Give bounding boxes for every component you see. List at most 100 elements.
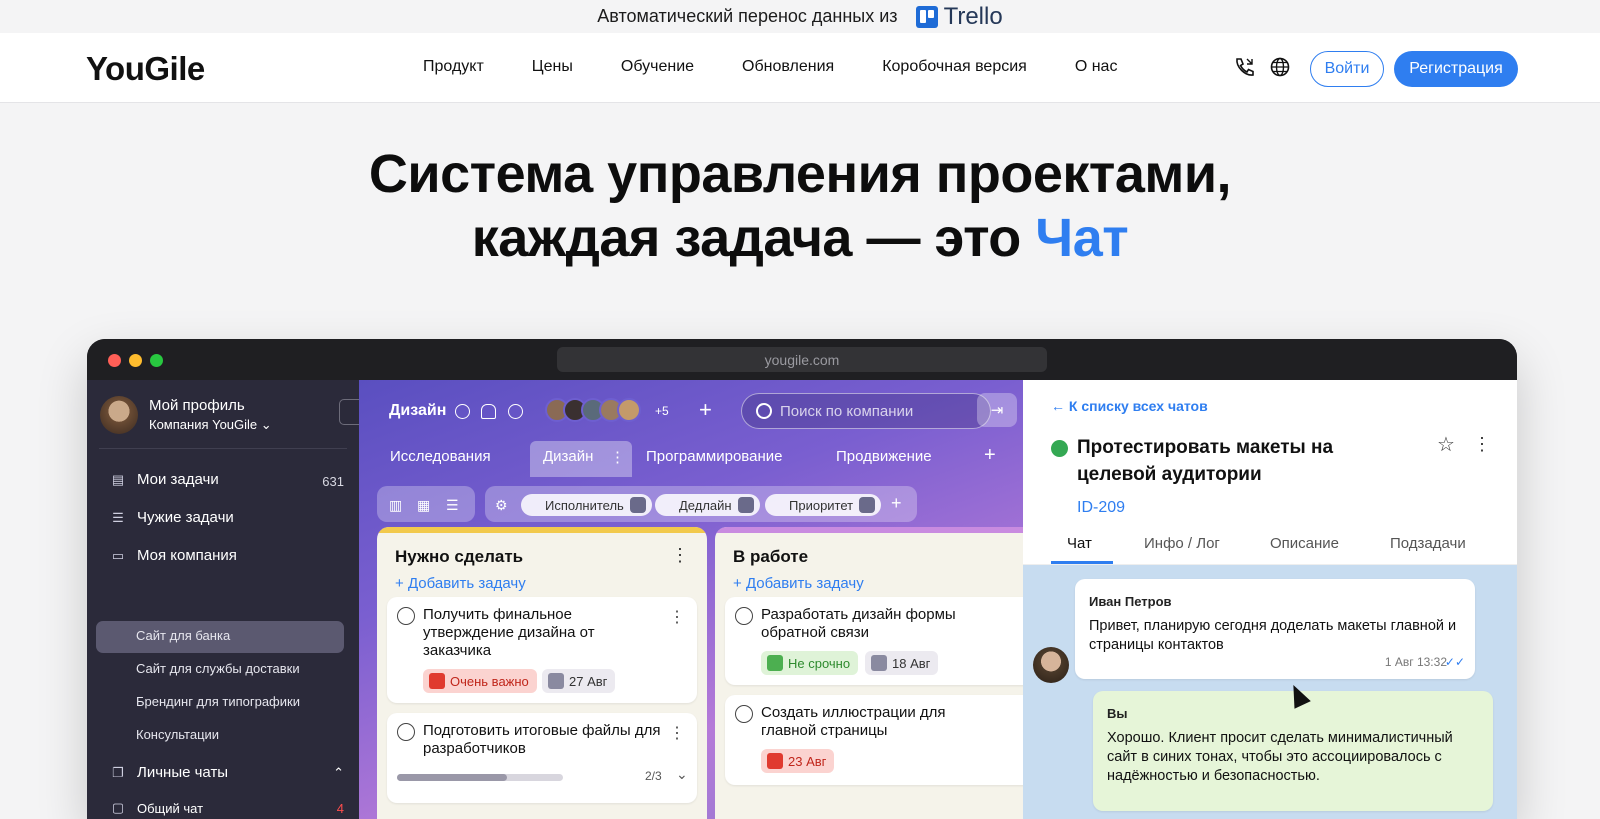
- task-card[interactable]: Создать иллюстрации для главной страницы…: [725, 695, 1035, 785]
- task-check-icon[interactable]: [397, 607, 415, 625]
- window-titlebar: yougile.com: [87, 339, 1517, 380]
- filter-label: Исполнитель: [545, 497, 624, 513]
- tag-label: 18 Авг: [892, 655, 931, 671]
- banner-text: Автоматический перенос данных из: [597, 6, 898, 26]
- bell-icon[interactable]: [481, 404, 496, 419]
- login-button[interactable]: Войти: [1310, 51, 1384, 87]
- tab-info-log[interactable]: Инфо / Лог: [1144, 535, 1220, 552]
- member-avatars[interactable]: [545, 398, 641, 422]
- tab-programming[interactable]: Программирование: [646, 448, 782, 465]
- column-menu-icon[interactable]: ⋮: [671, 545, 689, 566]
- nav-boxed[interactable]: Коробочная версия: [882, 58, 1027, 76]
- star-icon[interactable]: ☆: [1437, 432, 1455, 457]
- list-icon: ☰: [112, 509, 124, 525]
- tab-chat[interactable]: Чат: [1067, 535, 1092, 552]
- deadline-tag: 18 Авг: [865, 651, 939, 675]
- task-check-icon[interactable]: [397, 723, 415, 741]
- add-filter-icon[interactable]: +: [891, 493, 902, 514]
- filter-assignee[interactable]: Исполнитель: [521, 494, 652, 516]
- tag-label: Очень важно: [450, 673, 529, 689]
- tab-subtasks[interactable]: Подзадачи: [1390, 535, 1466, 552]
- maximize-dot[interactable]: [150, 354, 163, 367]
- more-members[interactable]: +5: [655, 404, 669, 418]
- url-bar[interactable]: yougile.com: [557, 347, 1047, 372]
- add-task-button[interactable]: + Добавить задачу: [733, 575, 864, 592]
- tab-research[interactable]: Исследования: [390, 448, 491, 465]
- task-card[interactable]: Подготовить итоговые файлы для разработч…: [387, 713, 697, 803]
- message-author: Иван Петров: [1089, 594, 1172, 609]
- nav-prices[interactable]: Цены: [532, 58, 573, 76]
- tab-description[interactable]: Описание: [1270, 535, 1339, 552]
- exit-icon[interactable]: ⇥: [977, 393, 1017, 427]
- sidebar-item-label: Моя компания: [137, 547, 237, 564]
- board-title: Дизайн: [389, 402, 447, 419]
- project-item[interactable]: Сайт для службы доставки: [136, 661, 300, 676]
- phone-icon[interactable]: [1233, 56, 1255, 78]
- minimize-dot[interactable]: [129, 354, 142, 367]
- add-task-button[interactable]: + Добавить задачу: [395, 575, 526, 592]
- message-text: Привет, планирую сегодня доделать макеты…: [1089, 618, 1457, 653]
- sender-avatar[interactable]: [1033, 647, 1069, 683]
- back-to-chats-link[interactable]: ← К списку всех чатов: [1051, 398, 1208, 414]
- tab-options-icon[interactable]: ⋮: [610, 448, 625, 466]
- trello-banner[interactable]: Автоматический перенос данных из Trello: [0, 0, 1600, 33]
- yougile-logo[interactable]: YouGile: [86, 50, 205, 88]
- message-bubble: Иван Петров Привет, планирую сегодня дод…: [1075, 579, 1475, 679]
- close-dot[interactable]: [108, 354, 121, 367]
- globe-icon[interactable]: [1269, 56, 1291, 78]
- task-card[interactable]: Разработать дизайн формы обратной связи …: [725, 597, 1035, 685]
- task-id[interactable]: ID-209: [1077, 499, 1125, 517]
- sidebar-item-general-chat[interactable]: ▢ Общий чат: [110, 800, 203, 816]
- nav-learning[interactable]: Обучение: [621, 58, 694, 76]
- nav-links: Продукт Цены Обучение Обновления Коробоч…: [423, 58, 1165, 76]
- filter-deadline[interactable]: Дедлайн: [655, 494, 760, 516]
- sidebar-item-others-tasks[interactable]: ☰ Чужие задачи: [110, 509, 234, 526]
- status-done-icon[interactable]: [1051, 440, 1068, 457]
- register-button[interactable]: Регистрация: [1394, 51, 1518, 87]
- company-switcher[interactable]: Компания YouGile ⌄: [149, 417, 272, 433]
- nav-product[interactable]: Продукт: [423, 58, 484, 76]
- project-item[interactable]: Брендинг для типографики: [136, 694, 300, 709]
- search-input[interactable]: Поиск по компании: [741, 393, 991, 429]
- tab-promotion[interactable]: Продвижение: [836, 448, 932, 465]
- filter-label: Дедлайн: [679, 497, 732, 513]
- help-icon[interactable]: [508, 404, 523, 419]
- profile-name[interactable]: Мой профиль: [149, 397, 245, 414]
- gantt-view-icon[interactable]: ☰: [446, 497, 459, 514]
- sidebar-item-label: Чужие задачи: [137, 509, 234, 526]
- tab-design[interactable]: Дизайн: [543, 448, 593, 465]
- project-item[interactable]: Консультации: [136, 727, 219, 742]
- add-task-label: Добавить задачу: [407, 575, 526, 592]
- profile-avatar[interactable]: [100, 396, 138, 434]
- task-check-icon[interactable]: [735, 705, 753, 723]
- add-tab-icon[interactable]: +: [984, 444, 996, 467]
- priority-icon: [767, 655, 783, 671]
- task-title: Разработать дизайн формы обратной связи: [761, 606, 956, 641]
- task-card[interactable]: Получить финальное утверждение дизайна о…: [387, 597, 697, 703]
- hero-line-1: Система управления проектами,: [368, 144, 1232, 204]
- chevron-down-icon[interactable]: ⌄: [676, 766, 688, 783]
- calendar-view-icon[interactable]: ▦: [417, 497, 430, 514]
- task-menu-icon[interactable]: ⋮: [669, 723, 685, 743]
- gear-icon[interactable]: [455, 404, 470, 419]
- filter-settings-icon[interactable]: ⚙: [495, 497, 508, 514]
- filter-icon: [737, 497, 754, 513]
- divider: [99, 448, 347, 449]
- chevron-up-icon[interactable]: ⌃: [333, 765, 344, 781]
- add-member-icon[interactable]: +: [699, 397, 712, 423]
- nav-updates[interactable]: Обновления: [742, 58, 834, 76]
- task-check-icon[interactable]: [735, 607, 753, 625]
- more-icon[interactable]: ⋮: [1473, 434, 1491, 455]
- chats-icon: ❐: [112, 764, 124, 780]
- sidebar-item-my-tasks[interactable]: ▤ Мои задачи: [110, 471, 219, 488]
- board-view-icon[interactable]: ▥: [389, 497, 402, 514]
- nav-about[interactable]: О нас: [1075, 58, 1118, 76]
- sidebar-item-my-company[interactable]: ▭ Моя компания: [110, 547, 237, 564]
- app-window: yougile.com Мой профиль Компания YouGile…: [87, 339, 1517, 819]
- sidebar-item-personal-chats[interactable]: ❐ Личные чаты: [110, 764, 228, 781]
- column-in-progress: В работе + Добавить задачу Разработать д…: [715, 527, 1045, 819]
- filter-priority[interactable]: Приоритет: [765, 494, 882, 516]
- column-stripe: [715, 527, 1045, 533]
- project-item[interactable]: Сайт для банка: [136, 628, 230, 643]
- task-menu-icon[interactable]: ⋮: [669, 607, 685, 627]
